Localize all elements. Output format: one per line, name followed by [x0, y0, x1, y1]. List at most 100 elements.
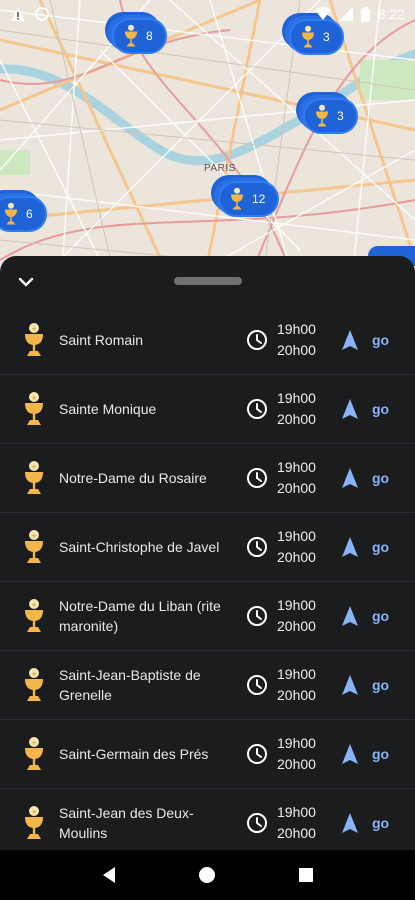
svg-text:+: +: [31, 808, 37, 816]
navigation-arrow-icon[interactable]: [340, 674, 360, 696]
go-button[interactable]: go: [372, 746, 389, 762]
cluster-count: 8: [146, 29, 153, 43]
mass-time: 20h00: [277, 549, 316, 565]
map-cluster[interactable]: 6: [0, 196, 47, 232]
svg-text:+: +: [31, 601, 37, 609]
clock-icon: [247, 813, 267, 833]
cluster-count: 6: [26, 207, 33, 221]
mass-time: 19h00: [277, 735, 316, 751]
chevron-down-icon: [18, 277, 34, 287]
mass-time: 20h00: [277, 411, 316, 427]
chalice-icon: +: [25, 323, 43, 356]
list-item[interactable]: + Saint-Jean des Deux-Moulins 19h00 20h0…: [0, 789, 415, 850]
status-bar: 8:22: [0, 0, 415, 28]
go-button[interactable]: go: [372, 815, 389, 831]
church-name: Notre-Dame du Rosaire: [59, 470, 207, 486]
clock-icon: [247, 330, 267, 350]
back-triangle-icon: [103, 867, 116, 883]
clock-icon: [247, 468, 267, 488]
church-name: Saint-Jean des Deux-Moulins: [59, 805, 194, 841]
mass-times: 19h00 20h00: [277, 802, 327, 844]
navigation-arrow-icon[interactable]: [340, 605, 360, 627]
list-item[interactable]: + Notre-Dame du Liban (rite maronite) 19…: [0, 582, 415, 651]
list-item[interactable]: + Saint-Germain des Prés 19h00 20h00 go: [0, 720, 415, 789]
church-name: Saint-Jean-Baptiste de Grenelle: [59, 667, 201, 703]
navigation-arrow-icon[interactable]: [340, 743, 360, 765]
svg-text:+: +: [31, 532, 37, 540]
go-button[interactable]: go: [372, 677, 389, 693]
church-name: Saint-Christophe de Javel: [59, 539, 220, 555]
clock-icon: [247, 744, 267, 764]
status-time: 8:22: [377, 6, 405, 22]
chalice-icon: +: [25, 806, 43, 839]
map-cluster[interactable]: 12: [218, 181, 280, 217]
drag-handle[interactable]: [174, 277, 242, 285]
mass-times: 19h00 20h00: [277, 733, 327, 775]
list-item[interactable]: + Saint-Jean-Baptiste de Grenelle 19h00 …: [0, 651, 415, 720]
mass-times: 19h00 20h00: [277, 388, 327, 430]
mass-times: 19h00 20h00: [277, 595, 327, 637]
chalice-icon: [316, 104, 328, 127]
church-list[interactable]: + Saint Romain 19h00 20h00 go + Sainte M…: [0, 306, 415, 850]
go-button[interactable]: go: [372, 608, 389, 624]
battery-icon: [360, 6, 370, 22]
mass-times: 19h00 20h00: [277, 457, 327, 499]
recents-button[interactable]: [291, 860, 321, 890]
clock-icon: [247, 537, 267, 557]
back-button[interactable]: [94, 860, 124, 890]
svg-text:+: +: [31, 463, 37, 471]
sheet-header[interactable]: [0, 256, 415, 306]
mass-time: 19h00: [277, 597, 316, 613]
list-item[interactable]: + Notre-Dame du Rosaire 19h00 20h00 go: [0, 444, 415, 513]
recents-square-icon: [298, 868, 313, 882]
signal-icon: [338, 7, 353, 21]
navigation-arrow-icon[interactable]: [340, 398, 360, 420]
chalice-icon: +: [25, 461, 43, 494]
chalice-icon: +: [25, 668, 43, 701]
mass-times: 19h00 20h00: [277, 319, 327, 361]
go-button[interactable]: go: [372, 539, 389, 555]
map-label-paris: PARIS: [204, 163, 236, 174]
map-view[interactable]: PARIS 8 3 3 12 6: [0, 0, 415, 300]
svg-text:+: +: [31, 325, 37, 333]
mass-time: 19h00: [277, 390, 316, 406]
list-item[interactable]: + Saint Romain 19h00 20h00 go: [0, 306, 415, 375]
church-name: Sainte Monique: [59, 401, 157, 417]
mass-time: 20h00: [277, 342, 316, 358]
chalice-icon: +: [25, 599, 43, 632]
go-button[interactable]: go: [372, 332, 389, 348]
alert-icon: [11, 7, 25, 21]
clock-icon: [247, 606, 267, 626]
mass-time: 19h00: [277, 528, 316, 544]
clock-icon: [247, 675, 267, 695]
list-item[interactable]: + Sainte Monique 19h00 20h00 go: [0, 375, 415, 444]
bottom-sheet[interactable]: + Saint Romain 19h00 20h00 go + Sainte M…: [0, 256, 415, 850]
chalice-icon: +: [25, 530, 43, 563]
mass-time: 19h00: [277, 321, 316, 337]
navigation-arrow-icon[interactable]: [340, 467, 360, 489]
mass-time: 19h00: [277, 459, 316, 475]
church-name: Saint-Germain des Prés: [59, 746, 209, 762]
go-button[interactable]: go: [372, 401, 389, 417]
mass-time: 20h00: [277, 618, 316, 634]
mass-time: 20h00: [277, 756, 316, 772]
home-circle-icon: [199, 867, 216, 883]
map-cluster[interactable]: 3: [303, 98, 358, 134]
list-item[interactable]: + Saint-Christophe de Javel 19h00 20h00 …: [0, 513, 415, 582]
cluster-count: 12: [252, 192, 266, 206]
mass-time: 20h00: [277, 825, 316, 841]
go-button[interactable]: go: [372, 470, 389, 486]
church-name: Saint Romain: [59, 332, 144, 348]
home-button[interactable]: [192, 860, 222, 890]
collapse-button[interactable]: [14, 270, 38, 294]
navigation-arrow-icon[interactable]: [340, 329, 360, 351]
svg-text:+: +: [31, 394, 37, 402]
mass-time: 20h00: [277, 687, 316, 703]
navigation-arrow-icon[interactable]: [340, 812, 360, 834]
mass-time: 19h00: [277, 666, 316, 682]
mass-time: 20h00: [277, 480, 316, 496]
navigation-arrow-icon[interactable]: [340, 536, 360, 558]
map-roads: [0, 0, 415, 300]
mass-times: 19h00 20h00: [277, 664, 327, 706]
wifi-icon: [314, 7, 331, 20]
